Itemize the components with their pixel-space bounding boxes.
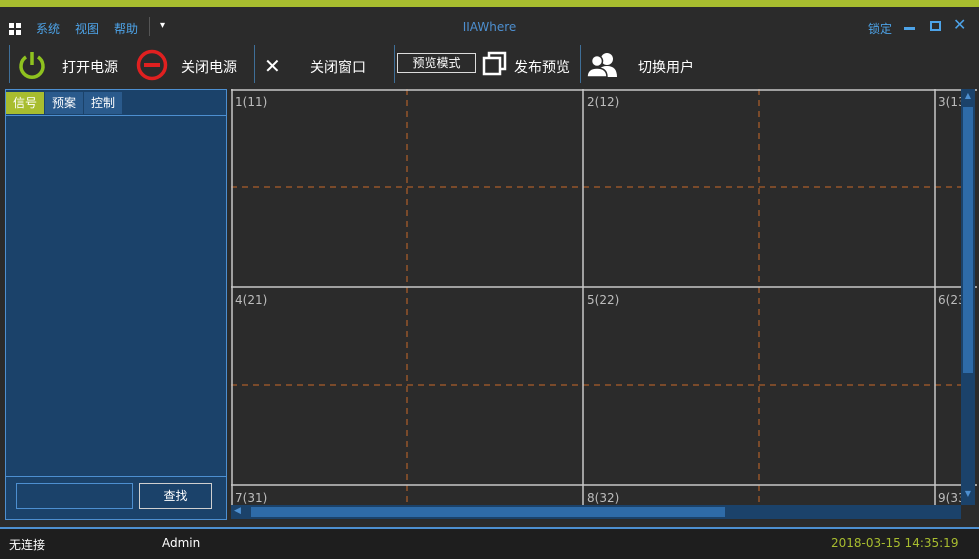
window-title: IIAWhere <box>462 20 517 34</box>
video-wall-grid[interactable]: 1(11) 2(12) 3(13) 4(21) 5(22) 6(23) 7(31… <box>231 89 977 519</box>
cell-label: 8(32) <box>587 491 620 505</box>
scroll-left-icon[interactable]: ◀ <box>234 506 241 516</box>
lock-button[interactable]: 锁定 <box>868 20 892 37</box>
cell-label: 2(12) <box>587 95 620 109</box>
current-user: Admin <box>162 536 201 550</box>
status-datetime: 2018-03-15 14:35:19 <box>831 536 959 550</box>
tab-underline <box>6 115 226 116</box>
panel-divider <box>6 476 226 477</box>
top-accent-line <box>0 0 979 7</box>
power-off-icon[interactable] <box>135 49 169 81</box>
vertical-scroll-thumb[interactable] <box>963 107 973 373</box>
search-button[interactable]: 查找 <box>139 483 212 509</box>
vertical-scrollbar[interactable]: ▲ ▼ <box>961 89 975 505</box>
connection-status: 无连接 <box>9 538 46 552</box>
cell-label: 1(11) <box>235 95 268 109</box>
power-off-button[interactable]: 关闭电源 <box>181 57 237 77</box>
left-panel <box>5 89 227 520</box>
search-input[interactable] <box>16 483 133 509</box>
tab-plan[interactable]: 预案 <box>45 92 83 114</box>
maximize-icon[interactable] <box>930 21 941 31</box>
switch-user-button[interactable]: 切换用户 <box>638 57 694 77</box>
minimize-icon[interactable] <box>904 27 915 30</box>
scroll-up-icon[interactable]: ▲ <box>961 91 975 100</box>
power-on-button[interactable]: 打开电源 <box>62 57 118 77</box>
scroll-down-icon[interactable]: ▼ <box>961 489 975 498</box>
toolbar-separator <box>394 45 395 83</box>
tab-signal[interactable]: 信号 <box>6 92 44 114</box>
cell-label: 7(31) <box>235 491 268 505</box>
switch-user-icon[interactable] <box>586 51 620 79</box>
close-window-icon[interactable]: ✕ <box>264 54 281 78</box>
publish-preview-icon[interactable] <box>482 51 508 77</box>
close-window-button[interactable]: 关闭窗口 <box>310 57 366 77</box>
tab-control[interactable]: 控制 <box>84 92 122 114</box>
publish-preview-button[interactable]: 发布预览 <box>514 57 570 77</box>
cell-label: 4(21) <box>235 293 268 307</box>
horizontal-scroll-thumb[interactable] <box>251 507 725 517</box>
horizontal-scrollbar[interactable]: ◀ <box>231 505 961 519</box>
toolbar-separator <box>580 45 581 83</box>
close-icon[interactable]: ✕ <box>953 15 966 34</box>
cell-label: 5(22) <box>587 293 620 307</box>
toolbar-separator <box>254 45 255 83</box>
preview-mode-toggle[interactable]: 预览模式 <box>397 53 476 73</box>
power-on-icon[interactable] <box>16 49 48 81</box>
toolbar-separator <box>9 45 10 83</box>
